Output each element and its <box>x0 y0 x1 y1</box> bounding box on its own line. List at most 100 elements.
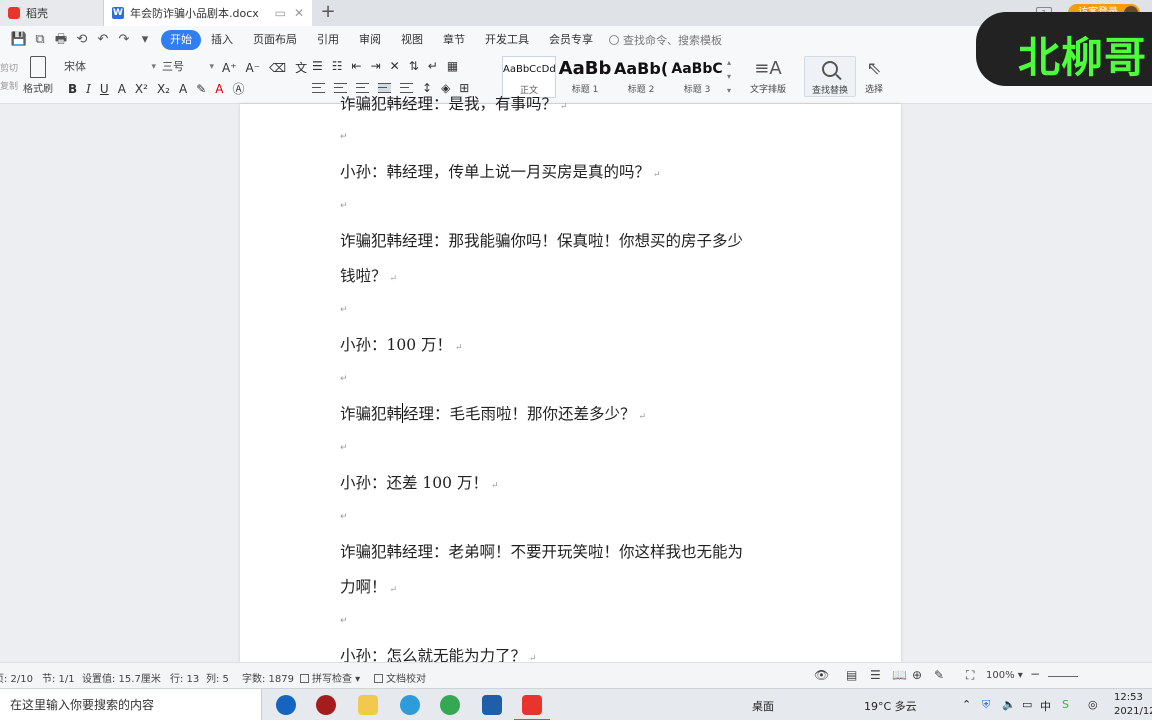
menu-section[interactable]: 章节 <box>433 30 475 50</box>
command-search[interactable]: 查找命令、搜索模板 <box>609 32 722 48</box>
style-more-icon[interactable]: ▴ ▾ ▾ <box>724 56 734 98</box>
zoom-slider[interactable] <box>1048 676 1078 677</box>
shrink-font-icon[interactable]: A⁻ <box>246 61 261 75</box>
ime-indicator[interactable]: 中 <box>1040 698 1051 714</box>
zoom-level[interactable]: 100% ▾ <box>986 670 1023 681</box>
status-word-count[interactable]: 字数: 1879 <box>242 670 294 685</box>
new-tab-button[interactable]: + <box>318 2 338 24</box>
numbered-list-icon[interactable]: ☷ <box>332 59 343 73</box>
text-line[interactable]: 小孙：韩经理，传单上说一月买房是真的吗？ ↵ <box>340 160 661 182</box>
status-setting[interactable]: 设置值: 15.7厘米 <box>82 670 161 685</box>
align-left-icon[interactable] <box>312 83 325 93</box>
ie-browser-icon[interactable] <box>400 695 420 715</box>
text-line[interactable]: 钱啦？ ↵ <box>340 264 397 286</box>
chinese-layout-icon[interactable]: ✕ <box>390 59 400 73</box>
zoom-out-icon[interactable]: − <box>1030 667 1040 681</box>
status-page[interactable]: 页: 2/10 <box>0 670 33 685</box>
menu-insert[interactable]: 插入 <box>201 30 243 50</box>
print-icon[interactable]: 🖶 <box>52 31 70 49</box>
weather-widget[interactable]: 19°C 多云 <box>864 698 917 714</box>
text-line[interactable]: 小孙：100 万！ ↵ <box>340 333 463 355</box>
quick-more-icon[interactable]: ▾ <box>136 31 154 49</box>
text-line[interactable]: 小孙：还差 100 万！ ↵ <box>340 471 499 493</box>
superscript-icon[interactable]: X² <box>135 82 148 96</box>
desktop-toolbar[interactable]: 桌面 <box>752 698 774 714</box>
table-icon[interactable]: ▦ <box>447 59 458 73</box>
menu-references[interactable]: 引用 <box>307 30 349 50</box>
view-write-icon[interactable]: ✎ <box>934 668 944 682</box>
redo-icon[interactable]: ↷ <box>115 31 133 49</box>
save-icon[interactable]: 💾 <box>10 31 28 49</box>
fit-window-icon[interactable]: ⛶ <box>966 668 974 683</box>
export-icon[interactable]: ⧉ <box>31 31 49 49</box>
view-outline-icon[interactable]: ☰ <box>870 668 881 682</box>
increase-indent-icon[interactable]: ⇥ <box>371 59 381 73</box>
pinyin-icon[interactable]: 文 <box>295 59 307 76</box>
subscript-icon[interactable]: X₂ <box>157 82 170 96</box>
underline-icon[interactable]: U <box>100 82 109 96</box>
text-layout-button[interactable]: ≡A 文字排版 <box>744 56 792 95</box>
view-page-icon[interactable]: ▤ <box>846 668 857 682</box>
menu-page-layout[interactable]: 页面布局 <box>243 30 307 50</box>
copy-button[interactable]: 复制 <box>0 78 18 96</box>
ime-app-icon[interactable]: S <box>1062 698 1069 711</box>
style-heading-3[interactable]: AaBbC 标题 3 <box>670 56 724 98</box>
bullet-list-icon[interactable]: ☰ <box>312 59 323 73</box>
italic-icon[interactable]: I <box>86 82 91 96</box>
tab-close-icon[interactable]: ✕ <box>294 6 304 20</box>
app-icon-p[interactable] <box>482 695 502 715</box>
tray-app-icon[interactable]: ◎ <box>1088 698 1098 711</box>
wps-icon[interactable] <box>514 695 550 720</box>
preview-icon[interactable]: ⟲ <box>73 31 91 49</box>
select-button[interactable]: ⇖ 选择 <box>858 56 890 95</box>
tab-home[interactable]: 稻壳 <box>0 0 104 26</box>
tab-monitor-icon[interactable]: ▭ <box>275 6 286 20</box>
menu-view[interactable]: 视图 <box>391 30 433 50</box>
show-marks-icon[interactable]: ↵ <box>428 59 438 73</box>
undo-icon[interactable]: ↶ <box>94 31 112 49</box>
text-line[interactable]: 力啊！ ↵ <box>340 575 397 597</box>
grow-font-icon[interactable]: A⁺ <box>222 61 237 75</box>
chrome-icon[interactable] <box>440 695 460 715</box>
menu-home[interactable]: 开始 <box>161 30 201 50</box>
text-line[interactable]: 诈骗犯韩经理：毛毛雨啦！那你还差多少？ ↵ <box>340 402 646 424</box>
char-border-icon[interactable]: Ⓐ <box>232 80 244 97</box>
menu-member[interactable]: 会员专享 <box>539 30 603 50</box>
app-icon-recorder[interactable] <box>316 695 336 715</box>
app-icon-1[interactable] <box>276 695 296 715</box>
document-workspace[interactable]: 诈骗犯韩经理：是我，有事吗？ ↵ ↵ 小孙：韩经理，传单上说一月买房是真的吗？ ↵ … <box>0 95 1152 665</box>
tab-document[interactable]: W 年会防诈骗小品剧本.docx ▭ ✕ <box>104 0 312 26</box>
proofread-button[interactable]: 文档校对 <box>374 670 426 685</box>
text-line[interactable]: 诈骗犯韩经理：那我能骗你吗！保真啦！你想买的房子多少 <box>340 229 743 251</box>
sort-icon[interactable]: ⇅ <box>409 59 419 73</box>
eye-protect-icon[interactable]: 👁 <box>814 668 829 682</box>
view-reading-icon[interactable]: 📖 <box>892 668 907 682</box>
text-effect-icon[interactable]: A <box>179 82 187 96</box>
strikethrough-icon[interactable]: A <box>118 82 126 96</box>
find-replace-button[interactable]: 查找替换 <box>804 56 856 97</box>
taskbar-search-input[interactable]: 在这里输入你要搜索的内容 <box>0 689 262 720</box>
decrease-indent-icon[interactable]: ⇤ <box>352 59 362 73</box>
menu-developer[interactable]: 开发工具 <box>475 30 539 50</box>
document-page[interactable]: 诈骗犯韩经理：是我，有事吗？ ↵ ↵ 小孙：韩经理，传单上说一月买房是真的吗？ ↵ … <box>240 95 901 665</box>
text-line[interactable]: 诈骗犯韩经理：老弟啊！不要开玩笑啦！你这样我也无能为 <box>340 540 743 562</box>
file-explorer-icon[interactable] <box>358 695 378 715</box>
view-web-icon[interactable]: ⊕ <box>912 668 922 682</box>
clear-format-icon[interactable]: ⌫ <box>269 61 286 75</box>
font-color-icon[interactable]: A <box>215 82 223 96</box>
network-icon[interactable]: ▭ <box>1022 698 1032 711</box>
security-icon[interactable]: ⛨ <box>982 698 990 712</box>
format-painter-button[interactable]: 格式刷 <box>18 56 58 95</box>
style-heading-2[interactable]: AaBb( 标题 2 <box>614 56 668 98</box>
font-size-select[interactable]: 三号 <box>160 58 216 76</box>
highlight-icon[interactable]: ✎ <box>196 82 206 96</box>
system-clock[interactable]: 12:53 2021/12 <box>1114 691 1152 719</box>
menu-review[interactable]: 审阅 <box>349 30 391 50</box>
volume-icon[interactable]: 🔈 <box>1002 698 1016 711</box>
cut-button[interactable]: 剪切 <box>0 60 18 78</box>
spell-check-toggle[interactable]: 拼写检查 ▾ <box>300 670 360 685</box>
bold-icon[interactable]: B <box>68 82 77 96</box>
text-line[interactable]: 诈骗犯韩经理：是我，有事吗？ ↵ <box>340 92 568 114</box>
tray-expand-icon[interactable]: ⌃ <box>962 698 971 711</box>
font-family-select[interactable]: 宋体 <box>62 58 158 76</box>
